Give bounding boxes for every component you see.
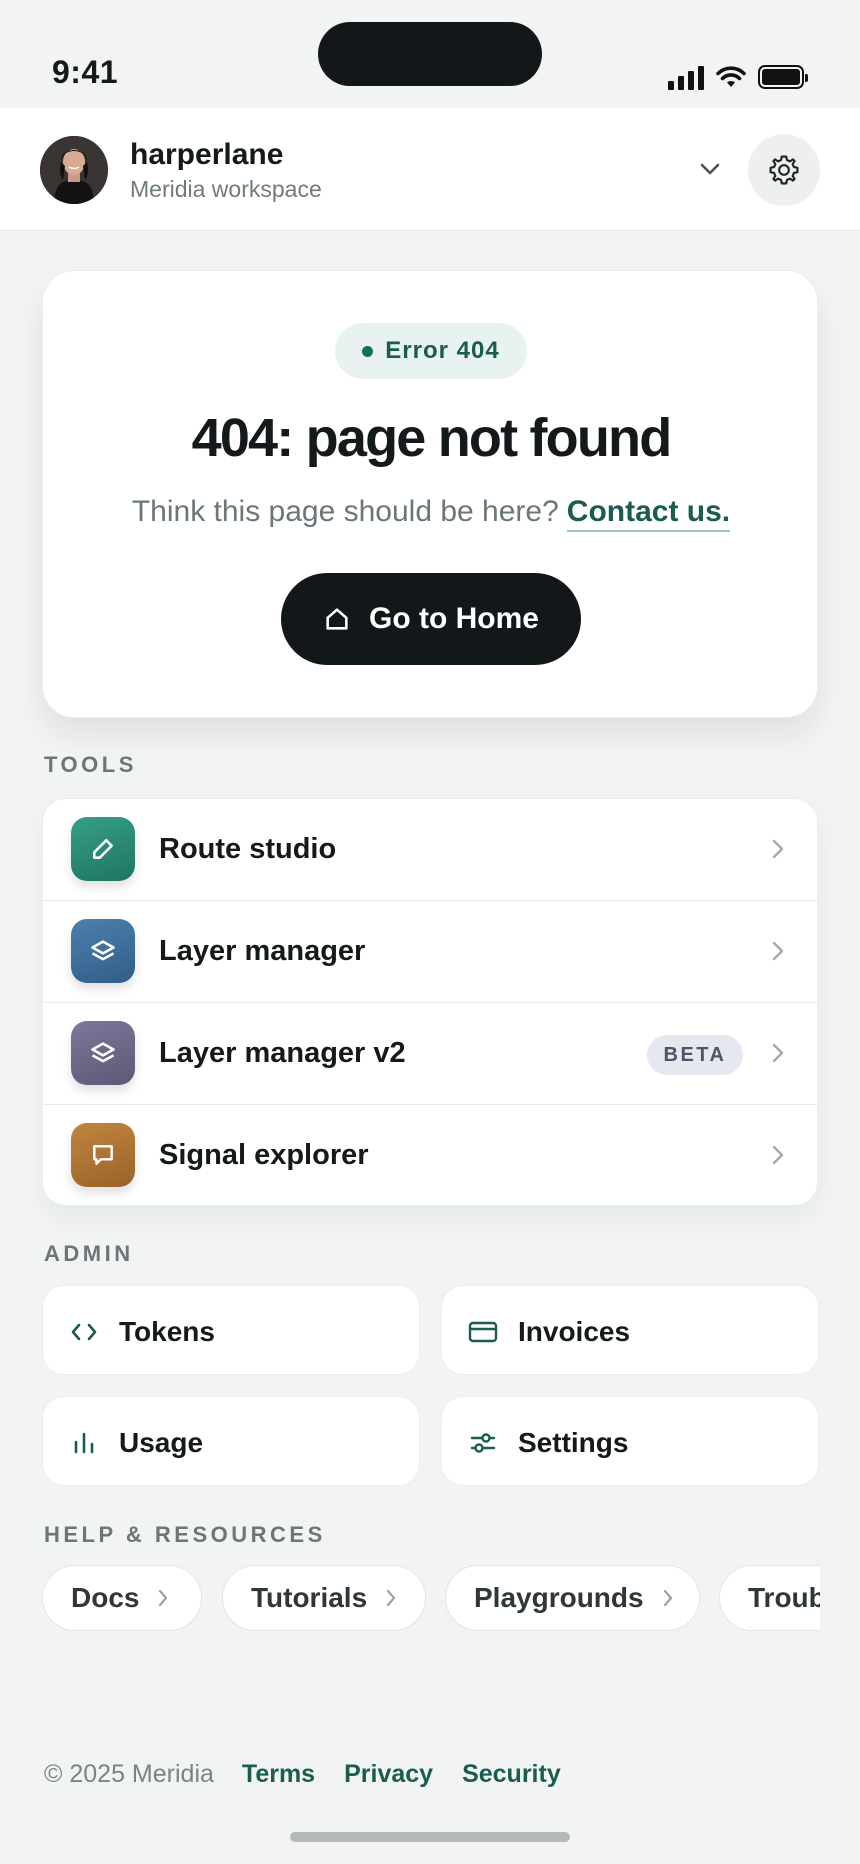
sliders-icon [468, 1429, 498, 1457]
admin-tile-usage[interactable]: Usage [42, 1396, 420, 1486]
contact-us-link[interactable]: Contact us. [566, 495, 731, 532]
admin-tile-label: Settings [518, 1427, 629, 1458]
admin-section-label: ADMIN [44, 1241, 134, 1266]
tool-item-layer-manager[interactable]: Layer manager [43, 901, 817, 1003]
footer-link-terms[interactable]: Terms [242, 1760, 315, 1789]
error-badge-label: Error 404 [385, 337, 500, 364]
tool-item-layer-manager-v2[interactable]: Layer manager v2 BETA [43, 1003, 817, 1105]
chip-troubleshooting[interactable]: Troub [719, 1565, 820, 1631]
tools-list: Route studio Layer manager Layer manager… [42, 798, 818, 1206]
go-to-home-label: Go to Home [369, 602, 539, 635]
admin-tile-label: Tokens [119, 1316, 215, 1347]
pencil-icon [71, 817, 135, 881]
status-time: 9:41 [52, 54, 119, 90]
error-card: Error 404 404: page not found Think this… [42, 270, 818, 718]
help-chips-row[interactable]: Docs Tutorials Playgrounds Troub [0, 1564, 820, 1634]
cellular-signal-icon [668, 64, 704, 90]
copyright: © 2025 Meridia [44, 1760, 214, 1788]
home-indicator [290, 1832, 570, 1842]
chip-label: Docs [71, 1582, 140, 1613]
error-subtitle: Think this page should be here? Contact u… [43, 495, 819, 532]
workspace-name: Meridia workspace [130, 176, 322, 202]
dynamic-island [318, 22, 542, 86]
chevron-right-icon [772, 839, 784, 859]
layers-icon [71, 1021, 135, 1085]
chip-playgrounds[interactable]: Playgrounds [445, 1565, 700, 1631]
footer: © 2025 Meridia Terms Privacy Security [44, 1760, 590, 1789]
error-badge: Error 404 [335, 323, 527, 379]
card-icon [468, 1318, 498, 1346]
chip-tutorials[interactable]: Tutorials [222, 1565, 426, 1631]
tools-section-label: TOOLS [44, 752, 137, 777]
chevron-right-icon [772, 1145, 784, 1165]
tool-label: Route studio [159, 833, 337, 865]
chip-label: Troub [748, 1582, 820, 1613]
gear-icon [769, 155, 799, 185]
chevron-right-icon [772, 1043, 784, 1063]
status-bar: 9:41 [0, 0, 860, 108]
chip-label: Playgrounds [474, 1582, 644, 1613]
footer-link-privacy[interactable]: Privacy [344, 1760, 433, 1789]
tool-item-signal-explorer[interactable]: Signal explorer [43, 1105, 817, 1205]
code-icon [69, 1318, 99, 1346]
status-icons [668, 64, 808, 90]
tool-label: Layer manager [159, 935, 366, 967]
chip-docs[interactable]: Docs [42, 1565, 202, 1631]
tool-label: Layer manager v2 [159, 1037, 406, 1069]
error-subtitle-text: Think this page should be here? [131, 495, 559, 528]
home-icon [326, 608, 348, 630]
settings-button[interactable] [748, 134, 820, 206]
chevron-down-icon [700, 163, 720, 175]
bar-chart-icon [69, 1429, 99, 1457]
beta-badge: BETA [647, 1035, 743, 1075]
admin-tile-tokens[interactable]: Tokens [42, 1285, 420, 1375]
admin-tile-settings[interactable]: Settings [441, 1396, 819, 1486]
status-dot-icon [362, 345, 374, 357]
go-to-home-button[interactable]: Go to Home [281, 573, 581, 665]
tool-item-route-studio[interactable]: Route studio [43, 799, 817, 901]
account-header: harperlane Meridia workspace [0, 108, 860, 231]
tool-label: Signal explorer [159, 1139, 369, 1171]
help-section-label: HELP & RESOURCES [44, 1522, 326, 1547]
message-icon [71, 1123, 135, 1187]
admin-tile-label: Invoices [518, 1316, 631, 1347]
avatar[interactable] [40, 136, 108, 204]
chip-label: Tutorials [251, 1582, 368, 1613]
chevron-right-icon [159, 1589, 168, 1607]
page-title: 404: page not found [191, 408, 673, 468]
chevron-right-icon [772, 941, 784, 961]
admin-tile-invoices[interactable]: Invoices [441, 1285, 819, 1375]
footer-link-security[interactable]: Security [462, 1760, 561, 1789]
admin-tile-label: Usage [119, 1427, 204, 1458]
layers-icon [71, 919, 135, 983]
chevron-right-icon [663, 1589, 672, 1607]
workspace-switcher-button[interactable] [690, 152, 730, 186]
wifi-icon [716, 66, 746, 87]
user-name: harperlane [130, 138, 284, 171]
battery-icon [758, 65, 808, 89]
chevron-right-icon [387, 1589, 396, 1607]
